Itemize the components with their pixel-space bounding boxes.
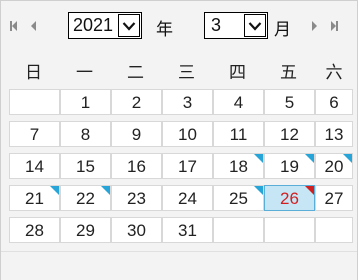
day-cell[interactable]: 7	[9, 121, 60, 147]
weekday-label: 四	[229, 63, 246, 83]
day-cell[interactable]: 2	[111, 89, 162, 115]
day-cell[interactable]: 30	[111, 217, 162, 243]
day-cell[interactable]: 9	[111, 121, 162, 147]
blue-corner-marker	[254, 154, 263, 163]
double-right-arrow-icon[interactable]	[323, 15, 339, 37]
calendar-footer	[1, 251, 357, 280]
day-cell[interactable]: 28	[9, 217, 60, 243]
calendar-header: 2021 年 3 月	[1, 1, 357, 55]
month-label: 月	[274, 20, 291, 40]
year-label: 年	[156, 20, 173, 40]
blue-corner-marker	[101, 186, 110, 195]
day-cell[interactable]: 10	[162, 121, 213, 147]
day-cell[interactable]: 12	[264, 121, 315, 147]
day-cell[interactable]: 29	[60, 217, 111, 243]
empty-day-cell	[315, 217, 353, 243]
next-navigation	[307, 15, 339, 37]
day-cell[interactable]: 22	[60, 185, 111, 211]
day-cell[interactable]: 16	[111, 153, 162, 179]
empty-day-cell	[213, 217, 264, 243]
year-select[interactable]: 2021	[68, 12, 142, 39]
weekday-label: 三	[178, 63, 195, 83]
calendar-widget: 2021 年 3 月 日 一 二 三 四 五 六 1 2 3 4 5 6 7 8…	[0, 0, 358, 280]
blue-corner-marker	[305, 154, 314, 163]
day-cell[interactable]: 8	[60, 121, 111, 147]
day-grid: 1 2 3 4 5 6 7 8 9 10 11 12 13 14 15 16 17 18 19 20 21 22 23 24 2…	[9, 89, 355, 250]
day-cell[interactable]: 21	[9, 185, 60, 211]
day-cell[interactable]: 20	[315, 153, 353, 179]
day-cell[interactable]: 6	[315, 89, 353, 115]
day-cell[interactable]: 4	[213, 89, 264, 115]
empty-day-cell	[9, 89, 60, 115]
day-cell[interactable]: 5	[264, 89, 315, 115]
blue-corner-marker	[254, 186, 263, 195]
day-cell[interactable]: 1	[60, 89, 111, 115]
day-cell[interactable]: 11	[213, 121, 264, 147]
left-arrow-icon[interactable]	[25, 15, 41, 37]
day-cell[interactable]: 14	[9, 153, 60, 179]
year-value: 2021	[73, 15, 114, 35]
day-cell[interactable]: 3	[162, 89, 213, 115]
chevron-down-icon	[122, 21, 136, 31]
year-dropdown-button[interactable]	[118, 14, 140, 37]
red-corner-marker	[305, 186, 314, 195]
prev-navigation	[9, 15, 41, 37]
double-left-arrow-icon[interactable]	[9, 15, 25, 37]
weekday-label: 一	[76, 63, 93, 83]
day-cell[interactable]: 18	[213, 153, 264, 179]
day-cell[interactable]: 27	[315, 185, 353, 211]
day-cell[interactable]: 23	[111, 185, 162, 211]
weekday-label: 日	[25, 63, 42, 83]
day-cell[interactable]: 19	[264, 153, 315, 179]
day-cell[interactable]: 31	[162, 217, 213, 243]
month-select[interactable]: 3	[204, 12, 268, 39]
weekday-label: 二	[127, 63, 144, 83]
day-cell[interactable]: 17	[162, 153, 213, 179]
empty-day-cell	[264, 217, 315, 243]
day-cell[interactable]: 13	[315, 121, 353, 147]
weekday-label: 五	[280, 63, 297, 83]
right-arrow-icon[interactable]	[307, 15, 323, 37]
day-cell[interactable]: 26	[264, 185, 315, 211]
blue-corner-marker	[50, 186, 59, 195]
weekday-header-row: 日 一 二 三 四 五 六	[8, 59, 354, 87]
month-value: 3	[211, 15, 222, 35]
day-cell[interactable]: 24	[162, 185, 213, 211]
chevron-down-icon	[248, 21, 262, 31]
day-cell[interactable]: 25	[213, 185, 264, 211]
day-cell[interactable]: 15	[60, 153, 111, 179]
weekday-label: 六	[325, 63, 343, 83]
month-dropdown-button[interactable]	[244, 14, 266, 37]
blue-corner-marker	[343, 154, 352, 163]
